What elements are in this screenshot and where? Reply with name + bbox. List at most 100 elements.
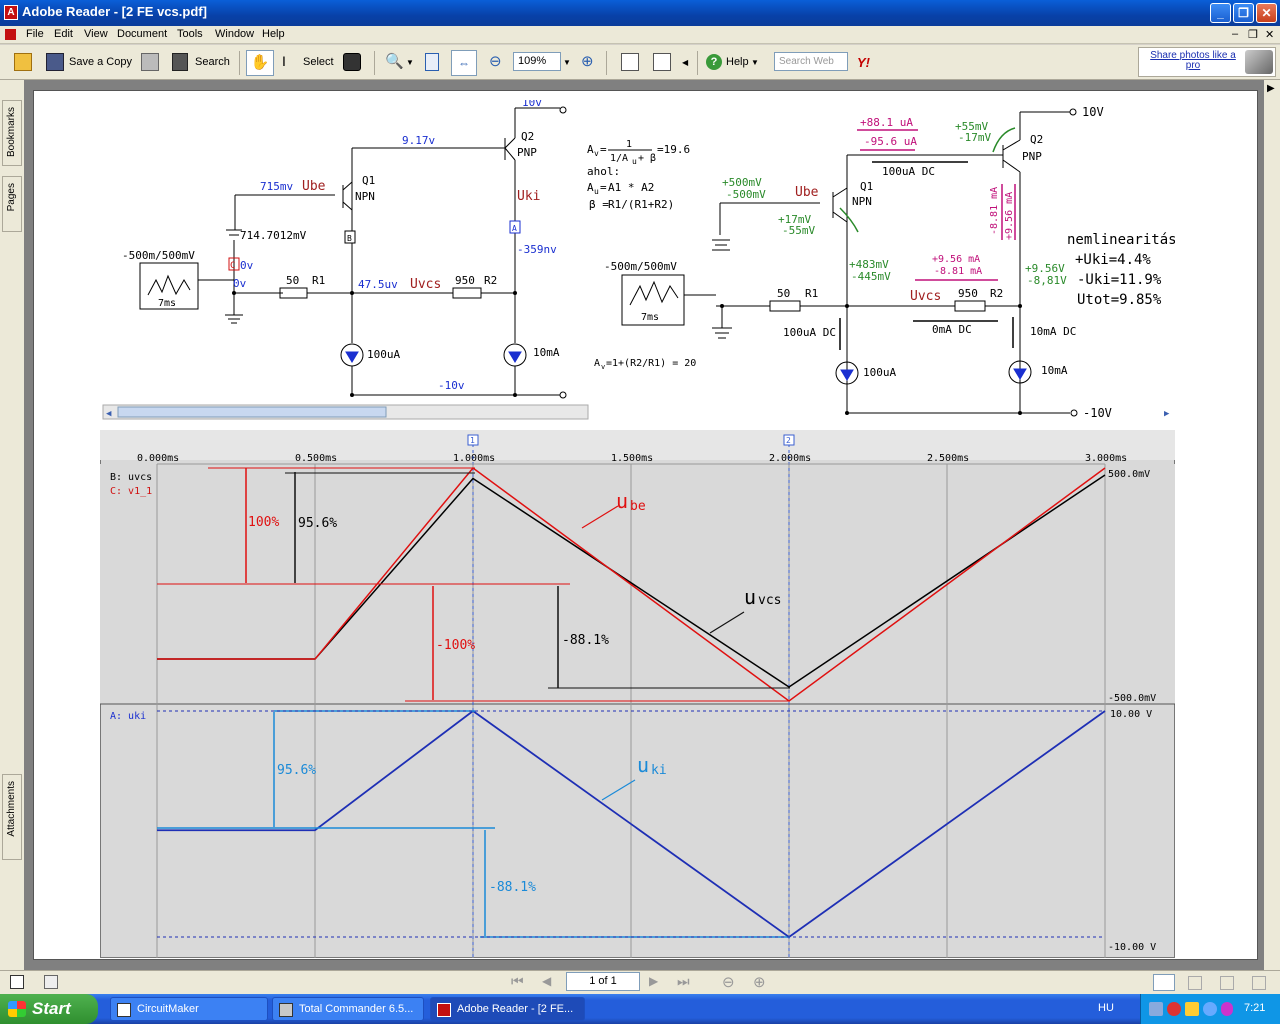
bookmarks-tab[interactable]: Bookmarks bbox=[2, 100, 22, 166]
pages-tab[interactable]: Pages bbox=[2, 176, 22, 232]
next-page-icon[interactable]: ▶ bbox=[649, 974, 658, 988]
tray-app-icon[interactable] bbox=[1221, 1002, 1233, 1016]
help-icon[interactable]: ? bbox=[706, 54, 722, 70]
marker-a: A bbox=[512, 224, 517, 233]
annotation-956pct: 95.6% bbox=[298, 516, 337, 531]
network-icon[interactable] bbox=[1149, 1002, 1163, 1016]
maximize-button[interactable]: ❐ bbox=[1233, 3, 1254, 23]
save-icon[interactable] bbox=[46, 53, 64, 71]
windows-logo-icon bbox=[8, 1001, 26, 1017]
task-adobe-reader[interactable]: Adobe Reader - [2 FE... bbox=[430, 997, 585, 1021]
av-eq-a: A bbox=[587, 143, 594, 156]
search-button[interactable]: Search bbox=[195, 56, 230, 68]
zoom-in-tool-icon[interactable]: 🔍 bbox=[385, 52, 404, 70]
menu-edit[interactable]: Edit bbox=[54, 28, 73, 40]
more-tools-icon[interactable]: ◀ bbox=[682, 58, 688, 67]
save-copy-button[interactable]: Save a Copy bbox=[69, 56, 132, 68]
i10-label: 10mA bbox=[533, 346, 560, 359]
x-tick-label: 0.000ms bbox=[137, 453, 179, 464]
menu-document[interactable]: Document bbox=[117, 28, 167, 40]
toolbar: Save a Copy Search ✋ I Select 🔍 ▼ ⇔ ⊖ ▼ … bbox=[0, 45, 1280, 80]
facing-icon[interactable] bbox=[1220, 976, 1234, 990]
continuous-facing-icon[interactable] bbox=[1252, 976, 1266, 990]
cursor-label: 1 bbox=[470, 436, 475, 445]
zoom-dropdown-icon[interactable]: ▼ bbox=[406, 58, 414, 67]
help-button[interactable]: Help bbox=[726, 56, 749, 68]
search-web-input[interactable]: Search Web bbox=[774, 52, 848, 71]
print-icon[interactable] bbox=[141, 53, 159, 71]
help-dropdown-icon[interactable]: ▼ bbox=[751, 58, 759, 67]
go-forward-icon[interactable]: ⊕ bbox=[753, 973, 766, 991]
task-circuitmaker[interactable]: CircuitMaker bbox=[110, 997, 268, 1021]
actual-size-icon[interactable] bbox=[425, 53, 439, 71]
page-layout-icon[interactable] bbox=[653, 53, 671, 71]
av-eq-plus-beta: + β bbox=[638, 153, 656, 164]
snapshot-icon[interactable] bbox=[343, 53, 361, 71]
i10-label-r: 10mA bbox=[1041, 364, 1068, 377]
embedded-scroll-thumb[interactable] bbox=[117, 406, 387, 418]
acrobat-task-icon bbox=[437, 1003, 451, 1017]
right-panel-toggle[interactable]: ▶ bbox=[1264, 80, 1280, 970]
open-folder-icon[interactable] bbox=[14, 53, 32, 71]
doc-close-button[interactable]: ✕ bbox=[1265, 28, 1274, 41]
task-total-commander[interactable]: Total Commander 6.5... bbox=[272, 997, 424, 1021]
yahoo-icon[interactable]: Y! bbox=[857, 55, 870, 70]
rotate-icon[interactable] bbox=[621, 53, 639, 71]
first-page-icon[interactable]: ⏮ bbox=[511, 973, 524, 990]
hand-tool-icon[interactable]: ✋ bbox=[246, 50, 274, 76]
menu-window[interactable]: Window bbox=[215, 28, 254, 40]
menu-tools[interactable]: Tools bbox=[177, 28, 203, 40]
r1-value: 50 bbox=[286, 274, 299, 287]
security-icon[interactable] bbox=[1167, 1002, 1181, 1016]
au-sub: u bbox=[594, 187, 599, 196]
language-indicator[interactable]: HU bbox=[1098, 1002, 1114, 1014]
page-number-input[interactable]: 1 of 1 bbox=[566, 972, 640, 991]
promo-link[interactable]: Share photos like a pro bbox=[1143, 51, 1243, 71]
zoom-out-icon[interactable]: ⊖ bbox=[489, 52, 502, 70]
zoom-in-icon[interactable]: ⊕ bbox=[581, 52, 594, 70]
attachments-tab[interactable]: Attachments bbox=[2, 774, 22, 860]
scroll-left-icon[interactable]: ◀ bbox=[106, 409, 112, 419]
promo-banner[interactable]: Share photos like a pro bbox=[1138, 47, 1276, 77]
av2-sub-v: v bbox=[601, 363, 605, 371]
nav-pane-toggle-icon[interactable] bbox=[10, 975, 24, 989]
doc-restore-button[interactable]: ❐ bbox=[1248, 28, 1258, 41]
close-button[interactable]: ✕ bbox=[1256, 3, 1277, 23]
nonlinearity-plus: +Uki=4.4% bbox=[1075, 252, 1151, 268]
start-button[interactable]: Start bbox=[0, 994, 98, 1024]
binoculars-icon[interactable] bbox=[172, 53, 188, 71]
select-button[interactable]: Select bbox=[303, 56, 334, 68]
doc-minimize-button[interactable]: – bbox=[1232, 28, 1238, 40]
messenger-icon[interactable] bbox=[1203, 1002, 1217, 1016]
vneg10-label-r: -10V bbox=[1083, 406, 1112, 420]
menu-help[interactable]: Help bbox=[262, 28, 285, 40]
go-back-icon[interactable]: ⊖ bbox=[722, 973, 735, 991]
menu-view[interactable]: View bbox=[84, 28, 108, 40]
volume-icon[interactable] bbox=[1185, 1002, 1199, 1016]
uvcs-label-r: Uvcs bbox=[910, 289, 941, 304]
last-page-icon[interactable]: ⏭ bbox=[677, 973, 690, 990]
uki-label: Uki bbox=[517, 189, 540, 204]
v917: 9.17v bbox=[402, 134, 435, 147]
av-eq-num: 1 bbox=[626, 139, 632, 150]
single-page-icon[interactable] bbox=[1153, 974, 1175, 991]
fit-width-icon[interactable]: ⇔ bbox=[451, 50, 477, 76]
ube-symbol: u bbox=[616, 489, 628, 513]
zoom-level-dropdown-icon[interactable]: ▼ bbox=[563, 58, 571, 67]
scroll-right-icon[interactable]: ▶ bbox=[1164, 409, 1170, 419]
previous-page-icon[interactable]: ◀ bbox=[542, 974, 551, 988]
src-label-r: -500m/500mV bbox=[604, 260, 677, 273]
select-cursor-icon[interactable]: I bbox=[282, 53, 286, 69]
zoom-input[interactable]: 109% bbox=[513, 52, 561, 71]
doc-info-icon[interactable] bbox=[44, 975, 58, 989]
minimize-button[interactable]: _ bbox=[1210, 3, 1231, 23]
r956: +9.56 mA bbox=[932, 254, 980, 265]
uki-subscript: ki bbox=[651, 763, 667, 778]
oscilloscope-plot: 0.000ms 0.500ms 1.000ms 1.500ms 2.000ms 2.500… bbox=[100, 430, 1175, 958]
arrow-right-icon[interactable]: ▶ bbox=[1267, 83, 1275, 94]
q1-type: NPN bbox=[355, 190, 375, 203]
continuous-icon[interactable] bbox=[1188, 976, 1202, 990]
pnp-label-r: PNP bbox=[1022, 150, 1042, 163]
menu-file[interactable]: File bbox=[26, 28, 44, 40]
task-label: Adobe Reader - [2 FE... bbox=[457, 1003, 574, 1015]
